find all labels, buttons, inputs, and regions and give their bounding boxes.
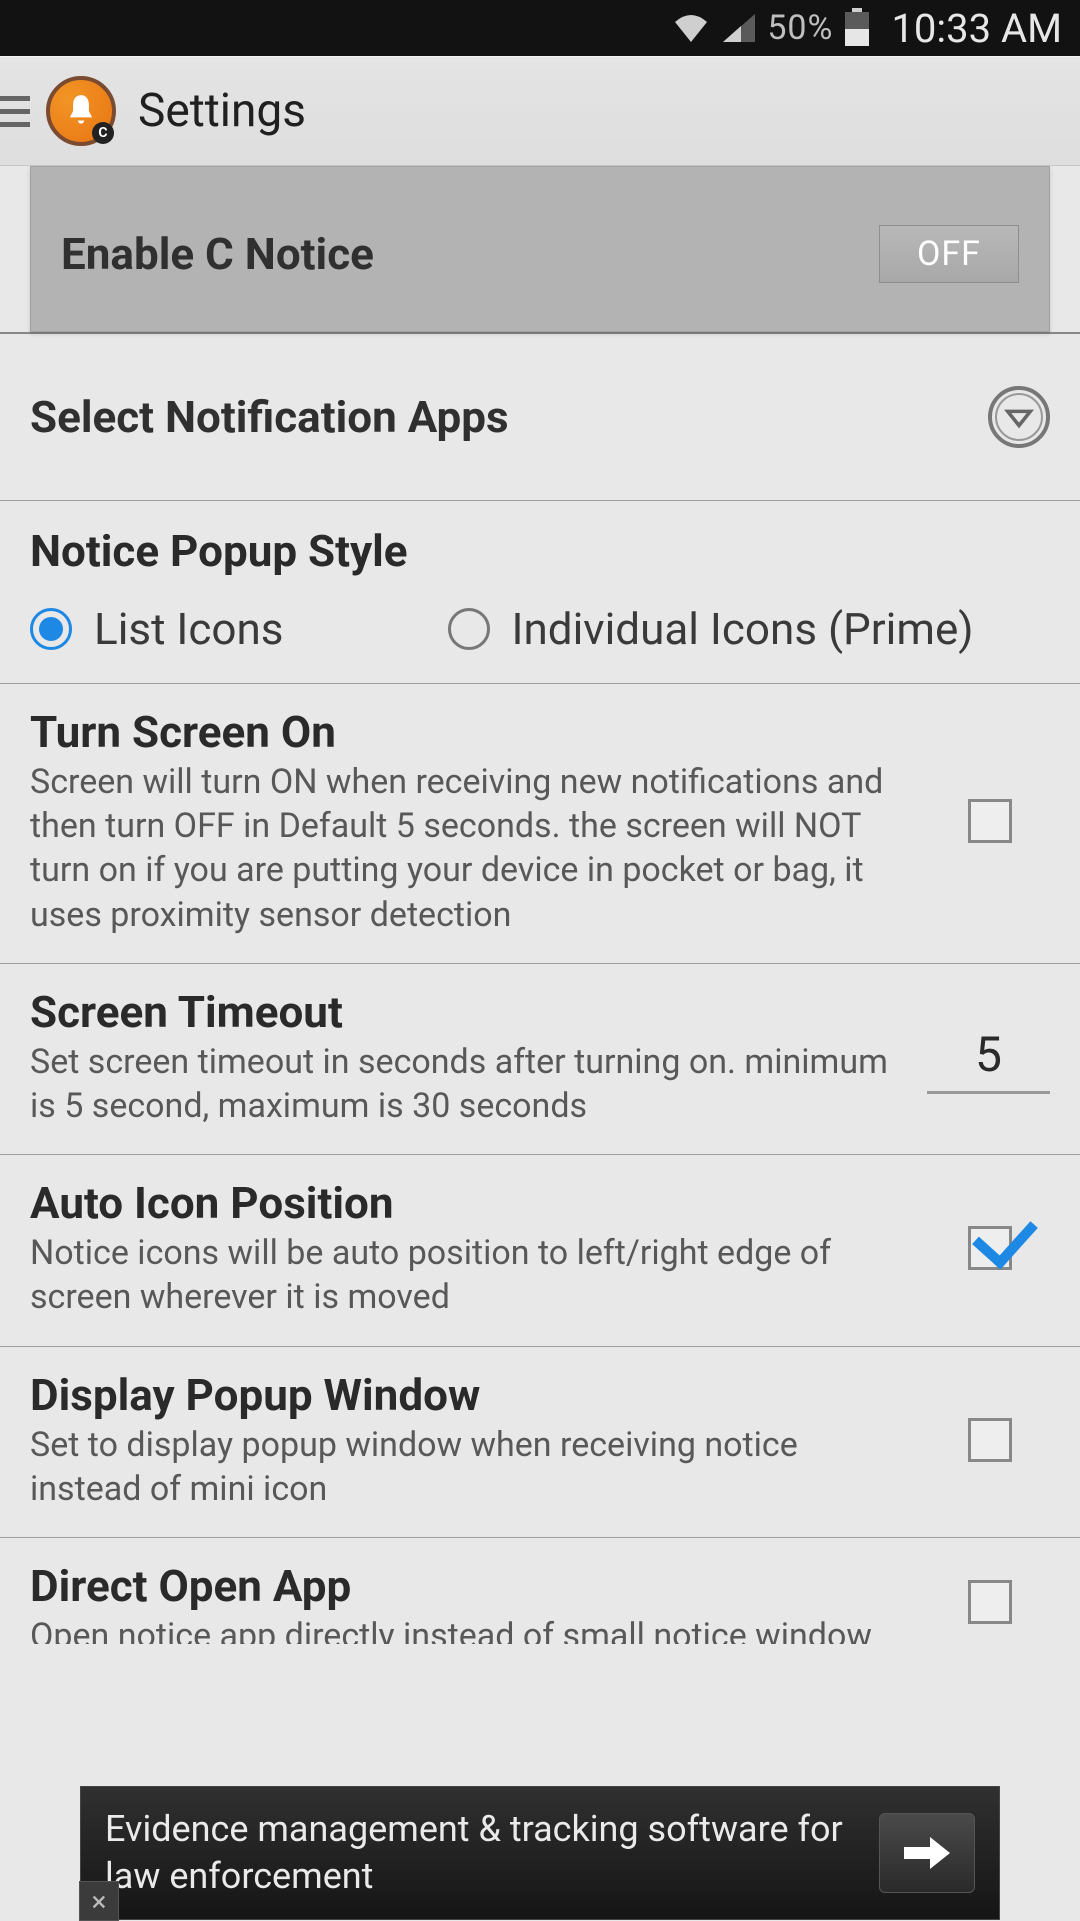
screen-timeout-value[interactable]: 5	[927, 1020, 1050, 1094]
radio-label: List Icons	[94, 603, 284, 655]
wifi-icon	[671, 12, 711, 44]
app-bar: C Settings	[0, 56, 1080, 166]
setting-title: Auto Icon Position	[30, 1177, 910, 1229]
setting-title: Display Popup Window	[30, 1369, 910, 1421]
row-display-popup-window[interactable]: Display Popup Window Set to display popu…	[0, 1347, 1080, 1538]
row-enable-c-notice[interactable]: Enable C Notice OFF	[0, 166, 1080, 334]
direct-open-checkbox[interactable]	[968, 1580, 1012, 1624]
select-apps-label: Select Notification Apps	[30, 391, 509, 443]
app-icon[interactable]: C	[46, 76, 116, 146]
status-icons: 50%	[671, 8, 871, 48]
setting-desc: Open notice app directly instead of smal…	[30, 1614, 910, 1644]
auto-icon-checkbox[interactable]	[968, 1226, 1012, 1270]
popup-style-title: Notice Popup Style	[30, 525, 1050, 577]
ad-arrow-button[interactable]	[879, 1813, 975, 1893]
radio-list-icons[interactable]: List Icons	[30, 603, 284, 655]
radio-individual-icons[interactable]: Individual Icons (Prime)	[448, 603, 974, 655]
ad-close-button[interactable]: ×	[79, 1881, 119, 1921]
setting-desc: Notice icons will be auto position to le…	[30, 1231, 910, 1319]
battery-percentage: 50%	[767, 8, 833, 48]
row-auto-icon-position[interactable]: Auto Icon Position Notice icons will be …	[0, 1155, 1080, 1346]
setting-desc: Set screen timeout in seconds after turn…	[30, 1040, 907, 1128]
row-turn-screen-on[interactable]: Turn Screen On Screen will turn ON when …	[0, 684, 1080, 964]
ad-text: Evidence management & tracking software …	[105, 1806, 859, 1900]
chevron-down-icon[interactable]	[988, 386, 1050, 448]
setting-title: Direct Open App	[30, 1560, 910, 1612]
enable-c-notice-toggle[interactable]: OFF	[879, 225, 1019, 283]
signal-icon	[721, 12, 757, 44]
settings-content: Enable C Notice OFF Select Notification …	[0, 166, 1080, 1920]
menu-icon[interactable]	[0, 96, 30, 127]
display-popup-checkbox[interactable]	[968, 1418, 1012, 1462]
radio-icon[interactable]	[448, 608, 490, 650]
enable-c-notice-label: Enable C Notice	[61, 228, 374, 280]
radio-icon[interactable]	[30, 608, 72, 650]
setting-desc: Screen will turn ON when receiving new n…	[30, 760, 910, 937]
status-clock: 10:33 AM	[891, 5, 1062, 52]
row-notice-popup-style: Notice Popup Style List Icons Individual…	[0, 501, 1080, 684]
ad-banner[interactable]: Evidence management & tracking software …	[80, 1786, 1000, 1920]
app-bar-title: Settings	[138, 84, 306, 138]
row-select-notification-apps[interactable]: Select Notification Apps	[0, 334, 1080, 501]
app-icon-badge: C	[92, 122, 114, 144]
battery-icon	[843, 8, 871, 48]
row-screen-timeout[interactable]: Screen Timeout Set screen timeout in sec…	[0, 964, 1080, 1155]
setting-title: Screen Timeout	[30, 986, 907, 1038]
setting-desc: Set to display popup window when receivi…	[30, 1423, 910, 1511]
setting-title: Turn Screen On	[30, 706, 910, 758]
status-bar: 50% 10:33 AM	[0, 0, 1080, 56]
turn-screen-checkbox[interactable]	[968, 799, 1012, 843]
row-direct-open-app[interactable]: Direct Open App Open notice app directly…	[0, 1538, 1080, 1648]
radio-label: Individual Icons (Prime)	[512, 603, 974, 655]
